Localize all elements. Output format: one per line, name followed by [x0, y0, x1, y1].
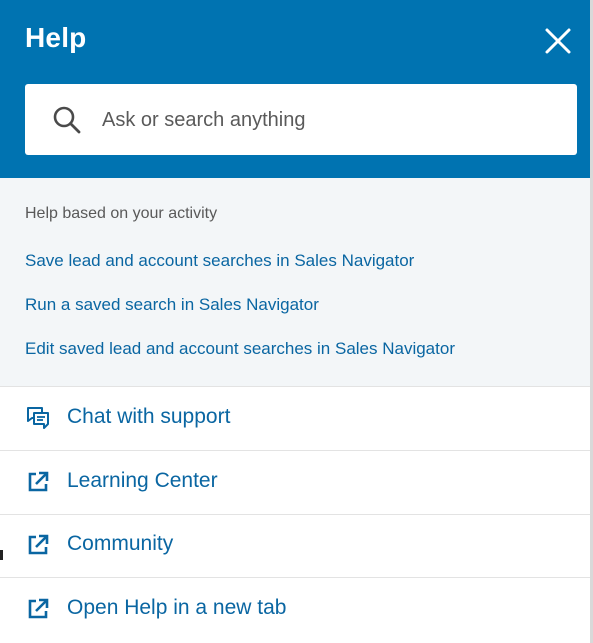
- activity-link-edit-saved-searches[interactable]: Edit saved lead and account searches in …: [25, 339, 455, 359]
- menu-item-label: Open Help in a new tab: [67, 596, 287, 619]
- close-icon: [545, 28, 571, 54]
- search-icon: [53, 106, 81, 134]
- help-title: Help: [25, 22, 87, 53]
- help-panel: Help Help based on your activity Save le…: [0, 0, 593, 643]
- menu-item-community[interactable]: Community: [0, 514, 590, 578]
- help-header: Help: [0, 0, 590, 178]
- chat-icon: [27, 407, 49, 429]
- menu-item-label: Community: [67, 532, 174, 555]
- close-button[interactable]: [543, 26, 573, 56]
- menu-item-label: Learning Center: [67, 469, 218, 492]
- menu-item-open-help-new-tab[interactable]: Open Help in a new tab: [0, 578, 590, 641]
- activity-section: Help based on your activity Save lead an…: [0, 178, 590, 387]
- activity-heading: Help based on your activity: [25, 205, 218, 222]
- search-input[interactable]: [100, 84, 564, 157]
- activity-link-run-saved-search[interactable]: Run a saved search in Sales Navigator: [25, 295, 319, 315]
- external-link-icon: [28, 471, 49, 492]
- menu-item-learning-center[interactable]: Learning Center: [0, 451, 590, 515]
- background-edge-fragment: [0, 550, 3, 560]
- menu-item-label: Chat with support: [67, 405, 231, 428]
- search-box: [25, 84, 577, 157]
- external-link-icon: [28, 534, 49, 555]
- activity-link-save-searches[interactable]: Save lead and account searches in Sales …: [25, 251, 414, 271]
- menu-item-chat-support[interactable]: Chat with support: [0, 387, 590, 451]
- external-link-icon: [28, 598, 49, 619]
